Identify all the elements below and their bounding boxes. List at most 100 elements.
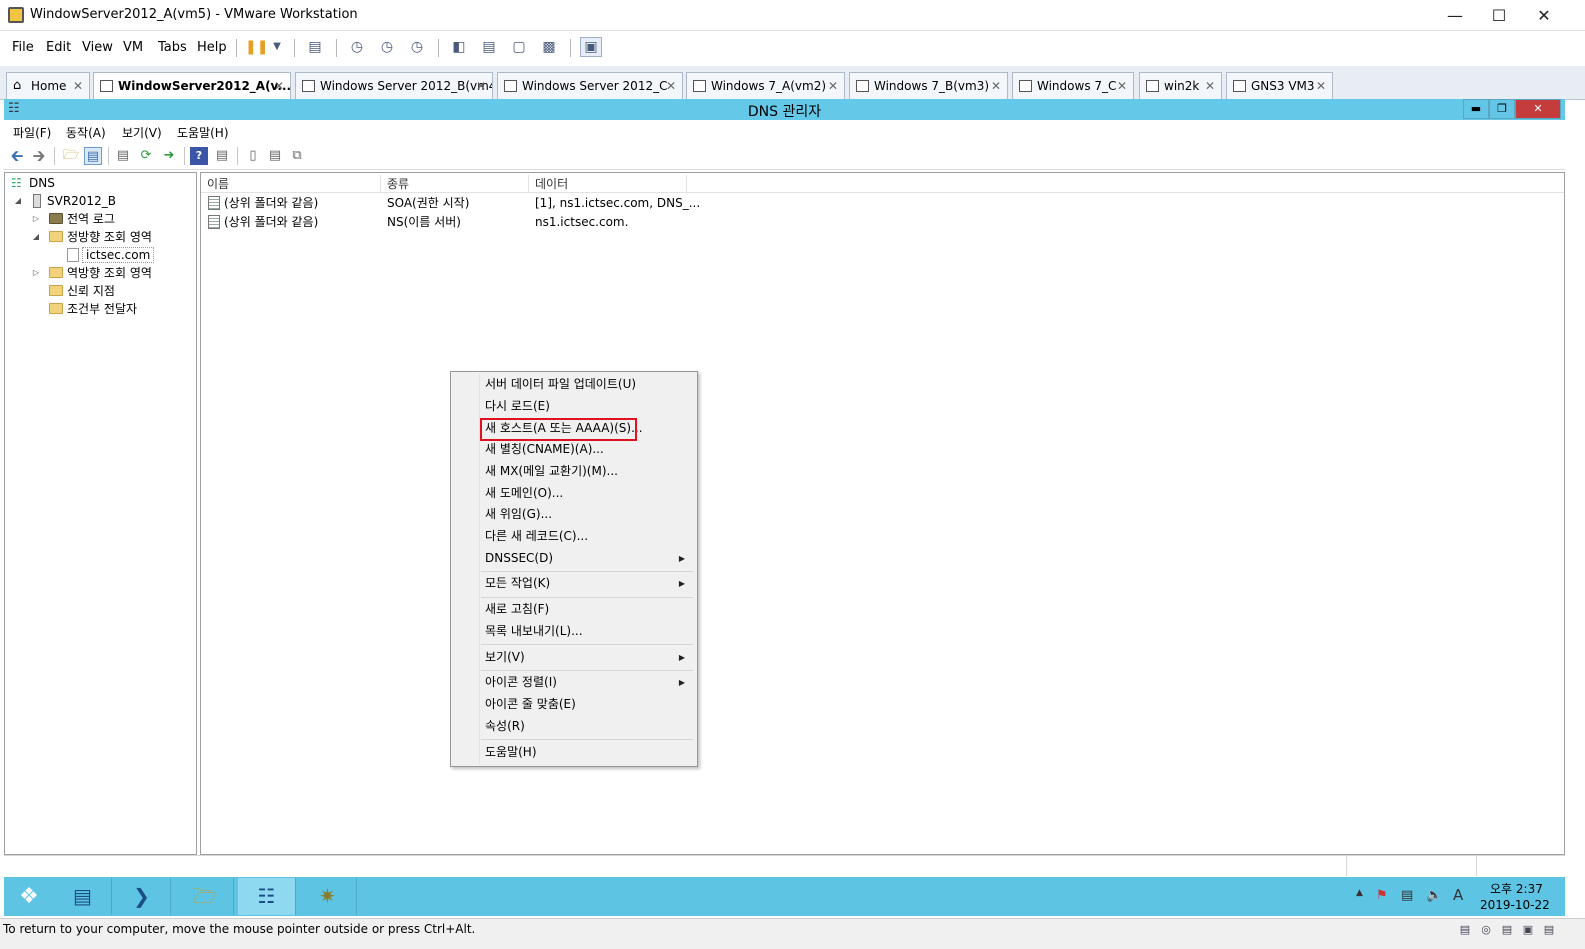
close-icon[interactable]: ✕ — [1117, 73, 1127, 99]
menu-item-export-list[interactable]: 목록 내보내기(L)... — [453, 621, 695, 642]
tab-gns3-vm3[interactable]: GNS3 VM3 ✕ — [1226, 72, 1333, 100]
tree-item-reverse-zones[interactable]: ▷ 역방향 조회 영역 — [11, 264, 152, 282]
close-icon[interactable]: ✕ — [1521, 0, 1567, 31]
menu-item-other-new-records[interactable]: 다른 새 레코드(C)... — [453, 526, 695, 547]
app-taskbar-icon[interactable]: ✷ — [299, 878, 357, 915]
server-icon[interactable]: ▯ — [244, 147, 262, 165]
menu-item-arrange-icons[interactable]: 아이콘 정렬(I) ▶ — [453, 672, 695, 693]
menu-item-new-domain[interactable]: 새 도메인(O)... — [453, 483, 695, 504]
chevron-down-icon[interactable]: ▼ — [266, 37, 288, 57]
close-icon[interactable]: ✕ — [828, 73, 838, 99]
menu-view[interactable]: 보기(V) — [122, 124, 162, 141]
tree-item-server[interactable]: ◢ SVR2012_B — [11, 192, 116, 210]
back-icon[interactable]: 🡰 — [8, 147, 26, 165]
refresh-icon[interactable]: ⟳ — [137, 147, 155, 165]
close-icon[interactable]: ✕ — [666, 73, 676, 99]
menu-view[interactable]: View — [82, 40, 113, 55]
collapsed-arrow-icon[interactable]: ▷ — [31, 264, 41, 282]
pause-icon[interactable]: ❚❚ — [244, 37, 268, 57]
minimize-icon[interactable]: ▬ — [1463, 99, 1489, 119]
usb-icon[interactable]: ▣ — [1520, 923, 1536, 937]
show-hide-tree-icon[interactable]: ▤ — [84, 147, 102, 165]
column-header-data[interactable]: 데이터 — [529, 175, 687, 193]
menu-item-update-data-file[interactable]: 서버 데이터 파일 업데이트(U) — [453, 374, 695, 395]
start-button[interactable]: ❖ — [4, 877, 54, 916]
clock[interactable]: 오후 2:37 2019-10-22 — [1474, 877, 1552, 916]
expanded-arrow-icon[interactable]: ◢ — [13, 192, 23, 210]
export-list-icon[interactable]: ➜ — [160, 147, 178, 165]
ime-indicator[interactable]: A — [1453, 886, 1463, 904]
close-icon[interactable]: ✕ — [73, 73, 83, 99]
up-folder-icon[interactable]: 🗁 — [62, 147, 80, 165]
dns-manager-taskbar-icon[interactable]: ☷ — [238, 878, 296, 915]
file-explorer-icon[interactable]: 🗁 — [176, 878, 234, 915]
close-icon[interactable]: ✕ — [1205, 73, 1215, 99]
maximize-icon[interactable]: ☐ — [1476, 0, 1522, 31]
close-icon[interactable]: ✕ — [476, 73, 486, 99]
menu-item-new-delegation[interactable]: 새 위임(G)... — [453, 504, 695, 525]
menu-tabs[interactable]: Tabs — [158, 40, 187, 55]
close-icon[interactable]: ✕ — [274, 73, 284, 99]
tree-item-global-log[interactable]: ▷ 전역 로그 — [11, 210, 115, 228]
table-row[interactable]: (상위 폴더와 같음) SOA(권한 시작) [1], ns1.ictsec.c… — [201, 194, 701, 213]
menu-item-properties[interactable]: 속성(R) — [453, 716, 695, 737]
record-icon[interactable]: ▤ — [266, 147, 284, 165]
menu-item-dnssec[interactable]: DNSSEC(D) ▶ — [453, 548, 695, 569]
revert-snapshot-icon[interactable]: ◷ — [376, 37, 398, 57]
tab-win2k[interactable]: win2k ✕ — [1139, 72, 1222, 100]
tab-windows-7-a[interactable]: Windows 7_A(vm2) ✕ — [686, 72, 845, 100]
properties-icon[interactable]: ▤ — [114, 147, 132, 165]
menu-vm[interactable]: VM — [123, 40, 143, 55]
copy-icon[interactable]: ⧉ — [288, 147, 306, 165]
menu-item-reload[interactable]: 다시 로드(E) — [453, 396, 695, 417]
tab-home[interactable]: ⌂ Home ✕ — [6, 72, 90, 100]
thumbnail-bar-icon[interactable]: ▤ — [478, 37, 500, 57]
menu-file[interactable]: File — [12, 40, 34, 55]
network-adapter-icon[interactable]: ▤ — [1499, 923, 1515, 937]
menu-item-line-up-icons[interactable]: 아이콘 줄 맞춤(E) — [453, 694, 695, 715]
unity-icon[interactable]: ▩ — [538, 37, 560, 57]
menu-file[interactable]: 파일(F) — [13, 124, 51, 141]
fullscreen-icon[interactable]: ▢ — [508, 37, 530, 57]
tab-windows-server-2012-c[interactable]: Windows Server 2012_C ✕ — [497, 72, 683, 100]
menu-item-all-tasks[interactable]: 모든 작업(K) ▶ — [453, 573, 695, 594]
collapsed-arrow-icon[interactable]: ▷ — [31, 210, 41, 228]
restore-icon[interactable]: ❐ — [1489, 99, 1515, 119]
network-icon[interactable]: ▤ — [1401, 888, 1413, 903]
tree-item-trust-points[interactable]: 신뢰 지점 — [11, 282, 115, 300]
show-hidden-icons-icon[interactable]: ▲ — [1356, 888, 1363, 898]
menu-help[interactable]: Help — [197, 40, 227, 55]
server-manager-icon[interactable]: ▤ — [54, 878, 112, 915]
cd-rom-icon[interactable]: ◎ — [1478, 923, 1494, 937]
menu-item-new-mx[interactable]: 새 MX(메일 교환기)(M)... — [453, 461, 695, 482]
action-center-icon[interactable]: ⚑ — [1376, 888, 1388, 903]
snapshot-manager-icon[interactable]: ◷ — [406, 37, 428, 57]
hard-disk-icon[interactable]: ▤ — [1457, 923, 1473, 937]
tab-windows-server-2012-b[interactable]: Windows Server 2012_B(vm4) ✕ — [295, 72, 493, 100]
table-row[interactable]: (상위 폴더와 같음) NS(이름 서버) ns1.ictsec.com. — [201, 213, 701, 232]
tab-windows-7-c[interactable]: Windows 7_C ✕ — [1012, 72, 1134, 100]
menu-help[interactable]: 도움말(H) — [177, 124, 229, 141]
action-pane-icon[interactable]: ▤ — [213, 147, 231, 165]
tab-windowserver2012-a[interactable]: WindowServer2012_A(v... ✕ — [93, 72, 291, 100]
send-ctrl-alt-del-icon[interactable]: ▤ — [304, 37, 326, 57]
tree-item-zone-ictsec[interactable]: ictsec.com — [11, 246, 155, 264]
menu-item-refresh[interactable]: 새로 고침(F) — [453, 599, 695, 620]
column-header-name[interactable]: 이름 — [201, 175, 381, 193]
tree-item-dns[interactable]: ☷ DNS — [11, 174, 55, 192]
console-view-icon[interactable]: ▣ — [580, 37, 602, 57]
snapshot-icon[interactable]: ◷ — [346, 37, 368, 57]
menu-item-view[interactable]: 보기(V) ▶ — [453, 647, 695, 668]
menu-item-new-alias[interactable]: 새 별칭(CNAME)(A)... — [453, 439, 695, 460]
menu-edit[interactable]: Edit — [46, 40, 71, 55]
forward-icon[interactable]: 🡲 — [30, 147, 48, 165]
close-icon[interactable]: ✕ — [1515, 99, 1561, 119]
menu-action[interactable]: 동작(A) — [66, 124, 106, 141]
column-header-type[interactable]: 종류 — [381, 175, 529, 193]
show-library-icon[interactable]: ◧ — [448, 37, 470, 57]
volume-muted-icon[interactable]: 🔈 — [1426, 888, 1442, 903]
tab-windows-7-b[interactable]: Windows 7_B(vm3) ✕ — [849, 72, 1008, 100]
tree-item-conditional-forwarders[interactable]: 조건부 전달자 — [11, 300, 137, 318]
expanded-arrow-icon[interactable]: ◢ — [31, 228, 41, 246]
close-icon[interactable]: ✕ — [1316, 73, 1326, 99]
